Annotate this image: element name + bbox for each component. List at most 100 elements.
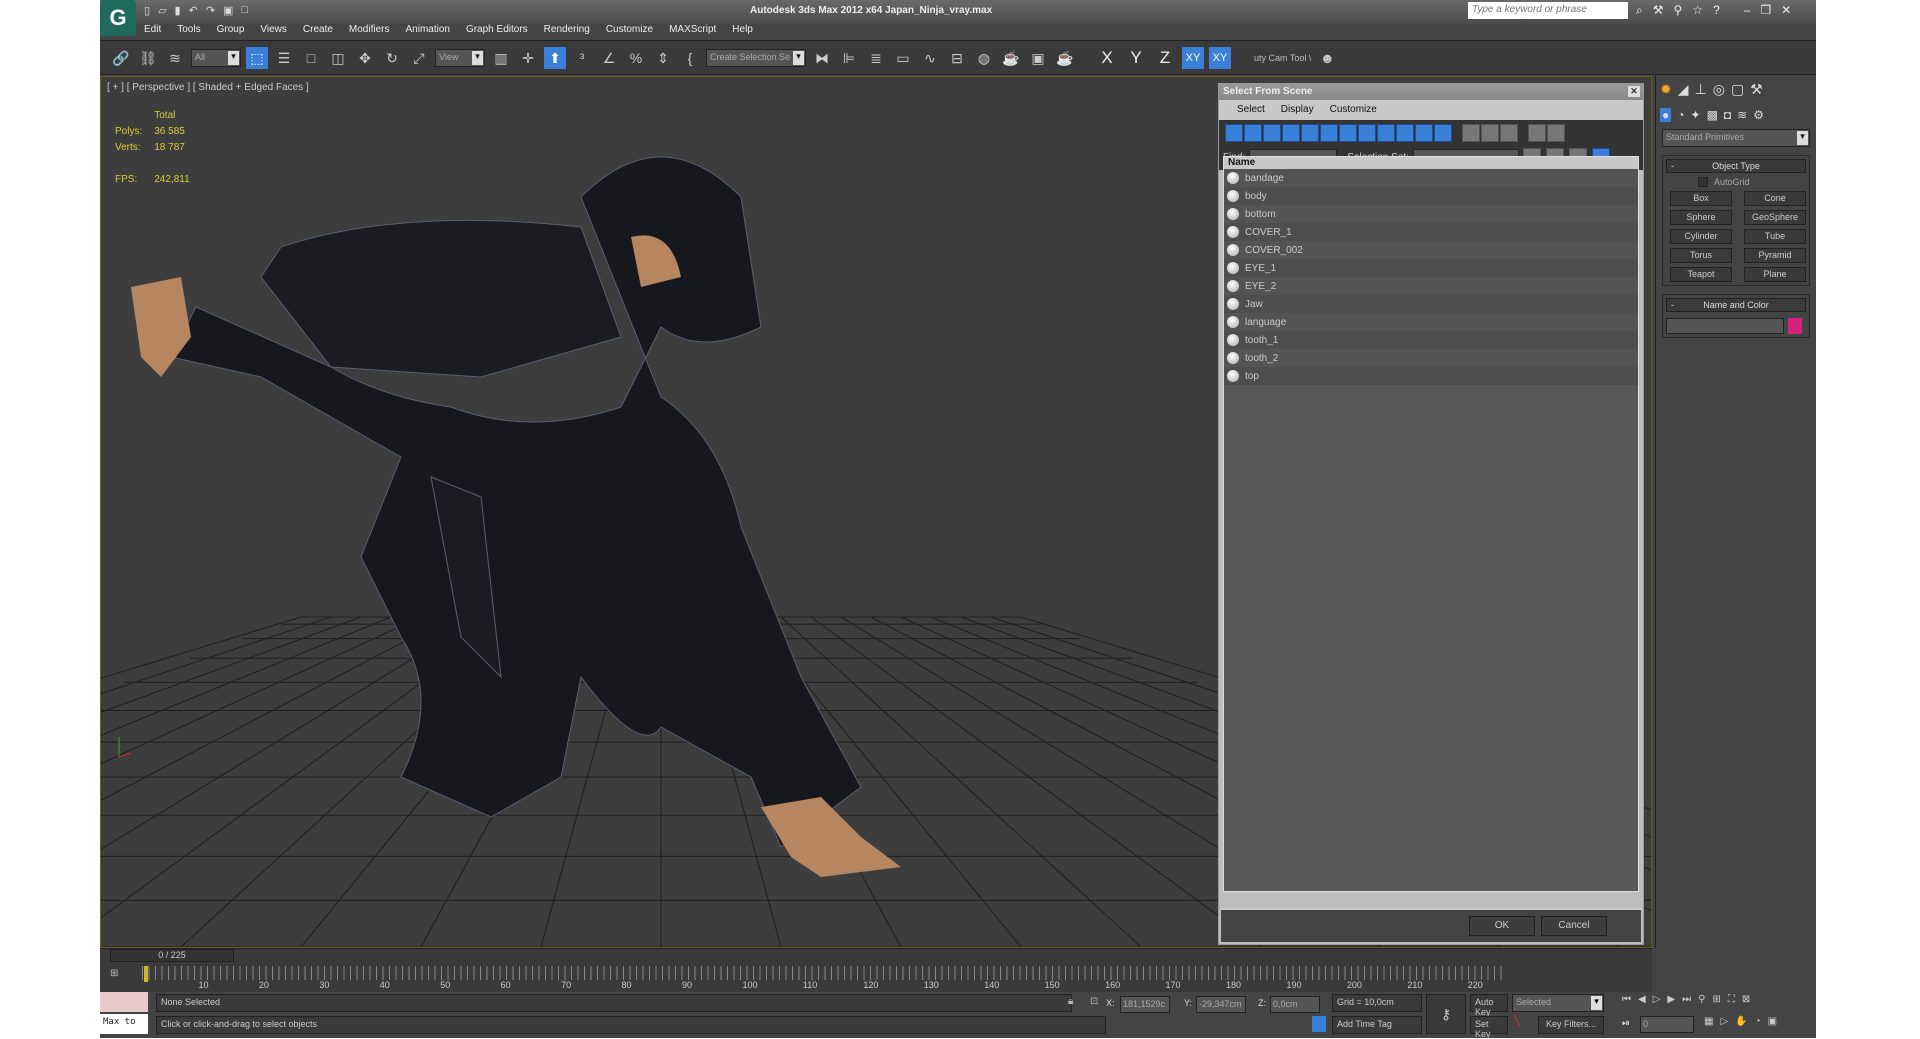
geometry-icon[interactable]: ● (1660, 108, 1672, 122)
display-shapes-icon[interactable] (1244, 124, 1262, 142)
time-tag-icon[interactable] (1312, 1016, 1326, 1032)
pan-icon[interactable]: ✋ (1735, 1016, 1747, 1027)
render-production-icon[interactable]: ☕ (1054, 47, 1076, 69)
mirror-icon[interactable]: ⧓ (811, 47, 833, 69)
object-state-icon[interactable] (1227, 262, 1239, 274)
menu-modifiers[interactable]: Modifiers (349, 24, 390, 39)
menu-group[interactable]: Group (217, 24, 245, 39)
display-geometry-icon[interactable] (1225, 124, 1243, 142)
object-state-icon[interactable] (1227, 334, 1239, 346)
cam-tool-label[interactable]: uty Cam Tool \ (1254, 53, 1311, 63)
object-name-input[interactable] (1666, 318, 1784, 334)
object-list-item[interactable]: tooth_2 (1224, 349, 1638, 367)
named-selection-set-dropdown[interactable]: Create Selection Se (706, 48, 806, 67)
material-editor-icon[interactable]: ◍ (973, 47, 995, 69)
systems-icon[interactable]: ⚙ (1753, 108, 1764, 122)
key-filters-button[interactable]: Key Filters... (1538, 1016, 1604, 1034)
star-icon[interactable]: ☆ (1692, 3, 1703, 18)
play-icon[interactable]: ▷ (1653, 994, 1661, 1005)
restore-icon[interactable]: ❐ (1760, 3, 1771, 18)
column-header-name[interactable]: Name (1224, 157, 1638, 169)
go-to-start-icon[interactable]: ⏮ (1622, 994, 1631, 1005)
help-icon[interactable]: ? (1713, 3, 1720, 18)
curve-editor-icon[interactable]: ∿ (919, 47, 941, 69)
primitive-button-box[interactable]: Box (1670, 191, 1732, 206)
undo-icon[interactable]: ↶ (189, 4, 198, 17)
display-xrefs-icon[interactable] (1358, 124, 1376, 142)
y-coordinate-input[interactable]: -29,347cm (1196, 996, 1246, 1013)
lock-selection-icon[interactable]: 🔒︎ (1068, 996, 1073, 1007)
object-state-icon[interactable] (1227, 172, 1239, 184)
display-bones-icon[interactable] (1377, 124, 1395, 142)
dialog-menu-display[interactable]: Display (1281, 104, 1314, 116)
zoom-extents-all-icon[interactable]: ⊠ (1742, 994, 1750, 1005)
satellite-icon[interactable]: ⚲ (1674, 3, 1683, 18)
ok-button[interactable]: OK (1469, 916, 1535, 936)
menu-graph-editors[interactable]: Graph Editors (466, 24, 528, 39)
axis-z-button[interactable]: Z (1153, 48, 1177, 68)
scale-icon[interactable]: ⤢ (408, 47, 430, 69)
wrench-icon[interactable]: ⚒ (1653, 3, 1664, 18)
reference-coordinate-dropdown[interactable]: View (435, 48, 485, 67)
object-color-swatch[interactable] (1788, 318, 1802, 334)
object-state-icon[interactable] (1227, 226, 1239, 238)
menu-edit[interactable]: Edit (144, 24, 161, 39)
dialog-menu-customize[interactable]: Customize (1330, 104, 1377, 116)
key-mode-dropdown[interactable]: Selected (1512, 994, 1604, 1012)
viewport-label[interactable]: [ + ] [ Perspective ] [ Shaded + Edged F… (107, 82, 309, 93)
minimize-icon[interactable]: – (1744, 3, 1751, 18)
selection-filter-dropdown[interactable]: All (191, 48, 241, 67)
previous-frame-icon[interactable]: ◀ (1638, 994, 1646, 1005)
perspective-viewport[interactable]: [ + ] [ Perspective ] [ Shaded + Edged F… (100, 76, 1652, 948)
display-helpers-icon[interactable] (1301, 124, 1319, 142)
absolute-mode-icon[interactable]: ⊡ (1090, 996, 1098, 1007)
set-key-icon[interactable]: ⚷ (1426, 994, 1466, 1034)
object-list-item[interactable]: COVER_1 (1224, 223, 1638, 241)
spinner-snap-icon[interactable]: ⇕ (652, 47, 674, 69)
object-list-item[interactable]: COVER_002 (1224, 241, 1638, 259)
maximize-viewport-icon[interactable]: ▣ (1768, 1016, 1777, 1027)
next-frame-icon[interactable]: ▶ (1667, 994, 1675, 1005)
primitive-button-torus[interactable]: Torus (1670, 248, 1732, 263)
object-list-item[interactable]: EYE_1 (1224, 259, 1638, 277)
key-mode-toggle-icon[interactable]: ╲ (1514, 1016, 1520, 1027)
cancel-button[interactable]: Cancel (1541, 916, 1607, 936)
object-state-icon[interactable] (1227, 370, 1239, 382)
cameras-icon[interactable]: ▩ (1707, 108, 1718, 122)
field-of-view-icon[interactable]: ▷ (1720, 1016, 1728, 1027)
shapes-icon[interactable]: ◔ (1677, 108, 1684, 122)
menu-animation[interactable]: Animation (405, 24, 449, 39)
snaps-toggle-icon[interactable]: ³ (571, 47, 593, 69)
bind-space-warp-icon[interactable]: ≋ (164, 47, 186, 69)
new-file-icon[interactable]: ▯ (144, 4, 150, 17)
primitive-button-sphere[interactable]: Sphere (1670, 210, 1732, 225)
filter-settings-icon[interactable] (1546, 124, 1565, 142)
zoom-icon[interactable]: ⚲ (1698, 994, 1705, 1005)
select-object-icon[interactable]: ⬚ (246, 46, 268, 69)
key-mode-icon[interactable]: ⏯ (1622, 1018, 1630, 1029)
percent-snap-icon[interactable]: % (625, 47, 647, 69)
menu-views[interactable]: Views (260, 24, 287, 39)
object-list-item[interactable]: language (1224, 313, 1638, 331)
manipulate-icon[interactable]: ✛ (517, 47, 539, 69)
display-containers-icon[interactable] (1396, 124, 1414, 142)
display-space-warps-icon[interactable] (1320, 124, 1338, 142)
dialog-menu-select[interactable]: Select (1237, 104, 1265, 116)
object-state-icon[interactable] (1227, 352, 1239, 364)
link-icon[interactable]: 🔗 (110, 47, 132, 69)
set-key-button[interactable]: Set Key (1470, 1016, 1508, 1039)
object-state-icon[interactable] (1227, 298, 1239, 310)
rendered-frame-window-icon[interactable]: ▣ (1027, 47, 1049, 69)
object-state-icon[interactable] (1227, 190, 1239, 202)
frame-ruler[interactable] (142, 966, 1502, 980)
helpers-icon[interactable]: ◘ (1724, 108, 1731, 122)
menu-rendering[interactable]: Rendering (544, 24, 590, 39)
move-icon[interactable]: ✥ (354, 47, 376, 69)
window-crossing-icon[interactable]: ◫ (327, 47, 349, 69)
create-tab-icon[interactable]: ✹ (1660, 81, 1672, 98)
primitive-category-dropdown[interactable]: Standard Primitives (1662, 129, 1810, 147)
zoom-extents-icon[interactable]: ⛶ (1728, 994, 1735, 1005)
select-none-icon[interactable] (1480, 124, 1499, 142)
open-file-icon[interactable]: ▱ (158, 4, 166, 17)
orbit-icon[interactable]: ◔ (1755, 1016, 1761, 1027)
